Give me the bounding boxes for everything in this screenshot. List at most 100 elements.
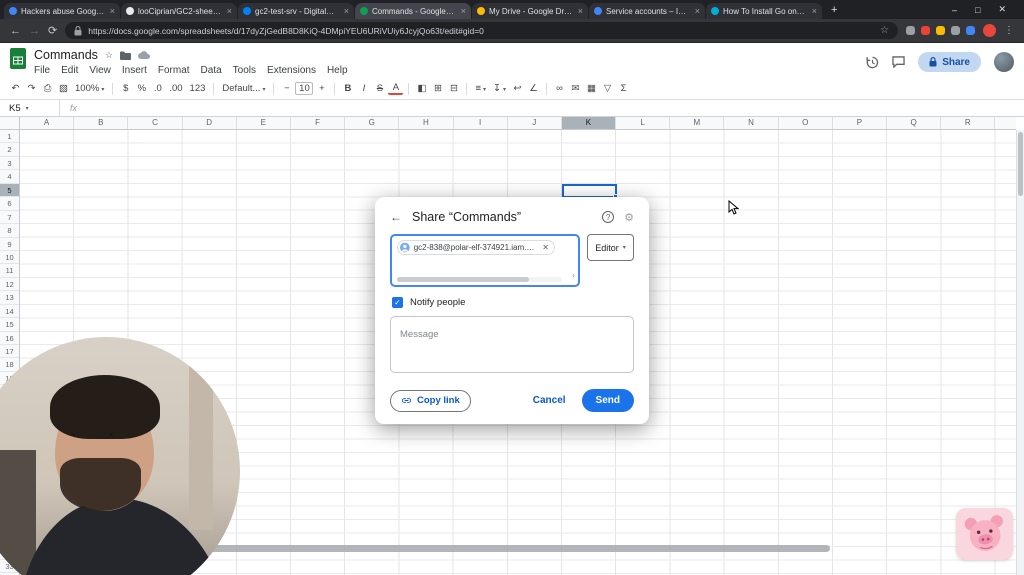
- tab-close-icon[interactable]: ×: [226, 6, 232, 16]
- print-button[interactable]: ⎙: [40, 82, 55, 95]
- menu-help[interactable]: Help: [327, 65, 348, 76]
- notify-people-checkbox[interactable]: ✓: [392, 297, 403, 308]
- browser-tab[interactable]: looCiprian/GC2-sheet: GC2 is a...×: [121, 3, 237, 19]
- menu-format[interactable]: Format: [158, 65, 190, 76]
- extension-icon[interactable]: [921, 26, 930, 35]
- column-header-i[interactable]: I: [454, 117, 508, 129]
- fill-color-button[interactable]: ◧: [414, 82, 429, 95]
- menu-view[interactable]: View: [89, 65, 111, 76]
- column-header-p[interactable]: P: [833, 117, 887, 129]
- bold-button[interactable]: B: [340, 82, 355, 95]
- more-formats-button[interactable]: 123: [187, 82, 209, 95]
- horizontal-align-button[interactable]: ≡▾: [472, 82, 489, 95]
- browser-tab[interactable]: Hackers abuse Google Comm...×: [4, 3, 120, 19]
- copy-link-button[interactable]: Copy link: [390, 390, 471, 412]
- font-select-button[interactable]: Default...▾: [219, 82, 268, 95]
- undo-button[interactable]: ↶: [8, 82, 23, 95]
- text-color-button[interactable]: A: [388, 82, 403, 95]
- settings-gear-icon[interactable]: ⚙: [624, 211, 634, 224]
- row-header-12[interactable]: 12: [0, 278, 19, 291]
- decrease-decimal-button[interactable]: .0: [150, 82, 165, 95]
- row-header-7[interactable]: 7: [0, 211, 19, 224]
- increase-decimal-button[interactable]: .00: [166, 82, 185, 95]
- sheets-logo-icon[interactable]: [10, 48, 26, 69]
- cancel-button[interactable]: Cancel: [533, 395, 566, 406]
- row-header-3[interactable]: 3: [0, 157, 19, 170]
- column-header-d[interactable]: D: [183, 117, 237, 129]
- version-history-icon[interactable]: [866, 56, 879, 69]
- row-header-10[interactable]: 10: [0, 251, 19, 264]
- menu-extensions[interactable]: Extensions: [267, 65, 316, 76]
- send-button[interactable]: Send: [582, 389, 634, 412]
- window-maximize-button[interactable]: □: [975, 5, 980, 15]
- borders-button[interactable]: ⊞: [430, 82, 445, 95]
- tab-close-icon[interactable]: ×: [343, 6, 349, 16]
- paint-format-button[interactable]: ▧: [56, 82, 71, 95]
- column-header-l[interactable]: L: [616, 117, 670, 129]
- extension-icon[interactable]: [966, 26, 975, 35]
- insert-link-button[interactable]: ∞: [552, 82, 567, 95]
- insert-comment-button[interactable]: ✉: [568, 82, 583, 95]
- role-dropdown[interactable]: Editor ▾: [587, 234, 634, 261]
- help-icon[interactable]: ?: [602, 211, 614, 223]
- vertical-scrollbar[interactable]: [1016, 130, 1024, 575]
- create-filter-button[interactable]: ▽: [600, 82, 615, 95]
- browser-tab[interactable]: My Drive - Google Drive×: [472, 3, 588, 19]
- extension-icon[interactable]: [906, 26, 915, 35]
- browser-tab[interactable]: Commands - Google Sheets×: [355, 3, 471, 19]
- tab-close-icon[interactable]: ×: [694, 6, 700, 16]
- insert-chart-button[interactable]: ▦: [584, 82, 599, 95]
- zoom-select-button[interactable]: 100%▾: [72, 82, 107, 95]
- tab-close-icon[interactable]: ×: [109, 6, 115, 16]
- extension-icon[interactable]: [936, 26, 945, 35]
- recipients-input[interactable]: gc2-838@polar-elf-374921.iam.gservi... ✕…: [390, 234, 580, 287]
- formula-input[interactable]: [87, 100, 1024, 116]
- chip-scrollbar[interactable]: [397, 277, 562, 282]
- tab-close-icon[interactable]: ×: [577, 6, 583, 16]
- extension-icon[interactable]: [951, 26, 960, 35]
- format-percent-button[interactable]: %: [134, 82, 149, 95]
- row-header-1[interactable]: 1: [0, 130, 19, 143]
- horizontal-scrollbar[interactable]: [190, 545, 830, 552]
- browser-tab[interactable]: Service accounts – IAM & Adm...×: [589, 3, 705, 19]
- back-button[interactable]: ←: [10, 25, 21, 37]
- column-header-b[interactable]: B: [74, 117, 128, 129]
- row-header-13[interactable]: 13: [0, 291, 19, 304]
- browser-tab[interactable]: gc2-test-srv - DigitalOcean×: [238, 3, 354, 19]
- row-header-14[interactable]: 14: [0, 305, 19, 318]
- select-all-corner[interactable]: [0, 117, 20, 130]
- scroll-right-icon[interactable]: ›: [572, 270, 575, 280]
- font-size-input-button[interactable]: 10: [295, 82, 313, 95]
- column-header-q[interactable]: Q: [887, 117, 941, 129]
- row-header-15[interactable]: 15: [0, 318, 19, 331]
- row-header-17[interactable]: 17: [0, 345, 19, 358]
- column-header-m[interactable]: M: [670, 117, 724, 129]
- decrease-font-size-button[interactable]: −: [279, 82, 294, 95]
- strikethrough-button[interactable]: S: [372, 82, 387, 95]
- recipient-chip[interactable]: gc2-838@polar-elf-374921.iam.gservi... ✕: [397, 240, 555, 255]
- functions-button[interactable]: Σ: [616, 82, 631, 95]
- row-header-11[interactable]: 11: [0, 264, 19, 277]
- text-wrap-button[interactable]: ↩: [510, 82, 525, 95]
- share-button[interactable]: Share: [918, 52, 981, 72]
- row-header-8[interactable]: 8: [0, 224, 19, 237]
- browser-profile-avatar[interactable]: [983, 24, 996, 37]
- increase-font-size-button[interactable]: +: [314, 82, 329, 95]
- column-header-a[interactable]: A: [20, 117, 74, 129]
- column-header-o[interactable]: O: [779, 117, 833, 129]
- menu-file[interactable]: File: [34, 65, 50, 76]
- tab-close-icon[interactable]: ×: [460, 6, 466, 16]
- menu-insert[interactable]: Insert: [122, 65, 147, 76]
- move-folder-icon[interactable]: [120, 51, 131, 60]
- column-header-j[interactable]: J: [508, 117, 562, 129]
- row-header-9[interactable]: 9: [0, 238, 19, 251]
- row-header-6[interactable]: 6: [0, 197, 19, 210]
- tab-close-icon[interactable]: ×: [811, 6, 817, 16]
- italic-button[interactable]: I: [356, 82, 371, 95]
- chip-remove-icon[interactable]: ✕: [542, 243, 549, 252]
- back-icon[interactable]: ←: [390, 210, 402, 224]
- text-rotation-button[interactable]: ∠: [526, 82, 541, 95]
- column-header-e[interactable]: E: [237, 117, 291, 129]
- column-header-f[interactable]: F: [291, 117, 345, 129]
- document-title[interactable]: Commands: [34, 48, 98, 62]
